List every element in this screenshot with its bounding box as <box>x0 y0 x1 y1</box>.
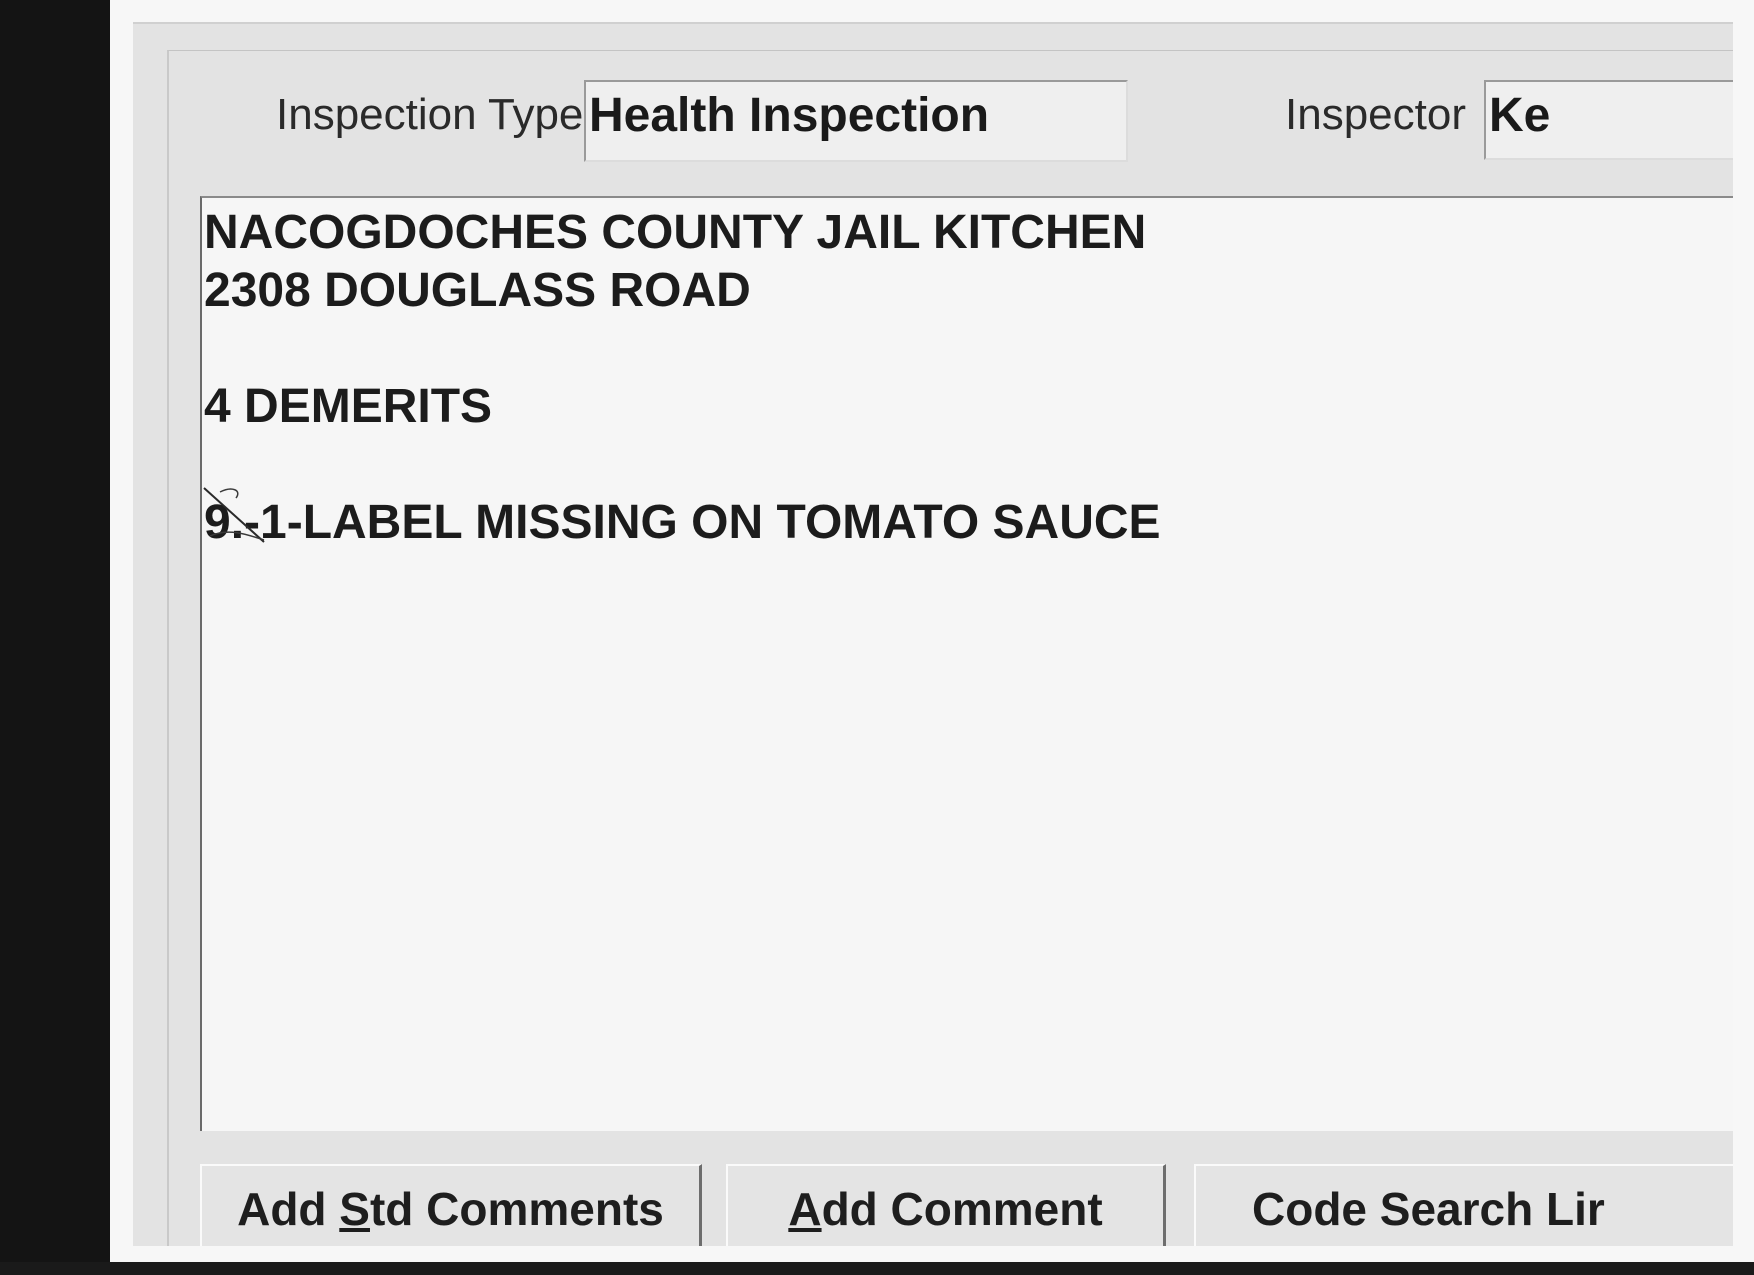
comment-line <box>204 436 1733 494</box>
button-bar: Add Std Comments Add Comment Code Search… <box>200 1164 1733 1246</box>
button-hotkey: S <box>339 1183 370 1235</box>
inspector-field[interactable]: Ke <box>1484 80 1733 160</box>
comment-line: 4 DEMERITS <box>204 380 493 433</box>
comment-line: NACOGDOCHES COUNTY JAIL KITCHEN <box>204 206 1147 259</box>
comments-textarea[interactable]: NACOGDOCHES COUNTY JAIL KITCHEN 2308 DOU… <box>200 196 1733 1131</box>
add-comment-button[interactable]: Add Comment <box>726 1164 1166 1246</box>
comment-line: 9.-1-LABEL MISSING ON TOMATO SAUCE <box>204 496 1161 549</box>
inspection-type-label: Inspection Type <box>276 90 584 139</box>
button-hotkey: A <box>788 1183 822 1235</box>
button-label-pre: Add <box>237 1183 340 1235</box>
inspector-label: Inspector <box>1285 90 1466 139</box>
button-label: Code Search Lir <box>1252 1183 1605 1235</box>
inspection-type-field[interactable]: Health Inspection <box>584 80 1128 162</box>
scan-dark-edge <box>0 0 110 1275</box>
handwritten-mark-icon <box>203 487 265 543</box>
inspection-window: Inspection Type Health Inspection Inspec… <box>133 22 1733 1246</box>
add-std-comments-button[interactable]: Add Std Comments <box>200 1164 702 1246</box>
button-label-post: dd Comment <box>821 1183 1103 1235</box>
scan-bottom-edge <box>0 1262 1754 1275</box>
comment-line: 2308 DOUGLASS ROAD <box>204 264 751 317</box>
code-search-button[interactable]: Code Search Lir <box>1194 1164 1733 1246</box>
button-label-post: td Comments <box>369 1183 664 1235</box>
comment-line <box>204 320 1733 378</box>
